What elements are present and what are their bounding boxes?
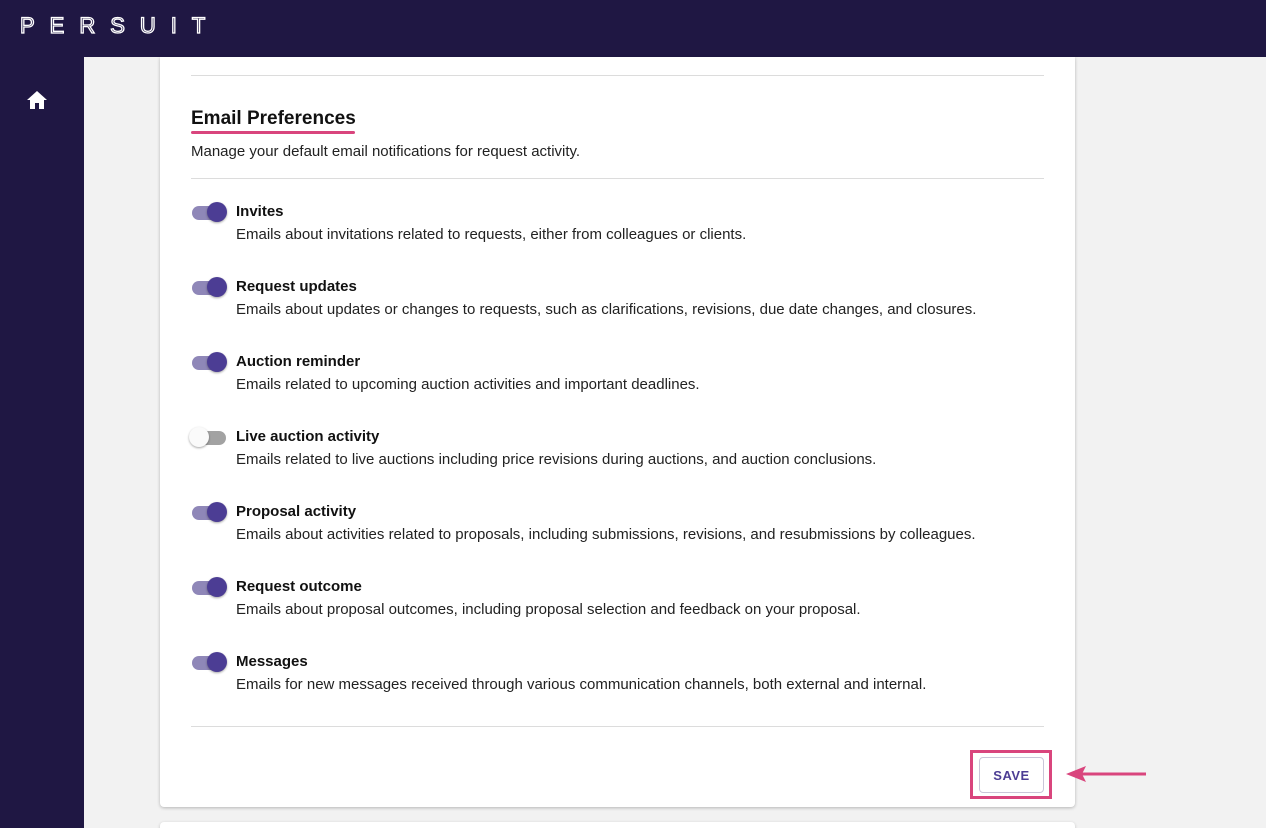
preference-description: Emails for new messages received through… (236, 676, 927, 693)
preference-live-auction-activity: Live auction activity Emails related to … (189, 425, 1044, 475)
divider (191, 726, 1044, 727)
messages-toggle[interactable] (191, 651, 227, 673)
preference-description: Emails related to live auctions includin… (236, 451, 877, 468)
preference-auction-reminder: Auction reminder Emails related to upcom… (191, 350, 1044, 400)
title-underline (191, 131, 355, 134)
arrow-annotation-icon (1066, 766, 1146, 782)
preference-invites: Invites Emails about invitations related… (191, 200, 1044, 250)
preference-label: Proposal activity (236, 503, 357, 520)
preference-messages: Messages Emails for new messages receive… (191, 650, 1044, 700)
divider (191, 75, 1044, 76)
preference-request-outcome: Request outcome Emails about proposal ou… (191, 575, 1044, 625)
persuit-logo[interactable]: PERSUIT (19, 12, 220, 40)
next-card (160, 822, 1075, 828)
section-description: Manage your default email notifications … (191, 143, 581, 160)
email-preferences-card: Email Preferences Manage your default em… (160, 57, 1075, 807)
top-bar: PERSUIT (0, 0, 1266, 57)
preference-label: Messages (236, 653, 308, 670)
request-outcome-toggle[interactable] (191, 576, 227, 598)
preference-label: Request updates (236, 278, 357, 295)
request-updates-toggle[interactable] (191, 276, 227, 298)
save-button[interactable]: SAVE (979, 757, 1044, 793)
section-title: Email Preferences (191, 108, 356, 129)
preference-description: Emails about activities related to propo… (236, 526, 976, 543)
preference-description: Emails related to upcoming auction activ… (236, 376, 700, 393)
preference-label: Auction reminder (236, 353, 361, 370)
live-auction-activity-toggle[interactable] (189, 426, 227, 448)
invites-toggle[interactable] (191, 201, 227, 223)
home-icon (27, 91, 47, 109)
auction-reminder-toggle[interactable] (191, 351, 227, 373)
sidebar (0, 57, 84, 828)
divider (191, 178, 1044, 179)
preference-description: Emails about updates or changes to reque… (236, 301, 977, 318)
home-button[interactable] (24, 87, 50, 113)
preference-description: Emails about proposal outcomes, includin… (236, 601, 861, 618)
preference-proposal-activity: Proposal activity Emails about activitie… (191, 500, 1044, 550)
preference-label: Live auction activity (236, 428, 380, 445)
proposal-activity-toggle[interactable] (191, 501, 227, 523)
preference-request-updates: Request updates Emails about updates or … (191, 275, 1044, 325)
preference-label: Invites (236, 203, 284, 220)
preference-description: Emails about invitations related to requ… (236, 226, 747, 243)
preference-label: Request outcome (236, 578, 362, 595)
